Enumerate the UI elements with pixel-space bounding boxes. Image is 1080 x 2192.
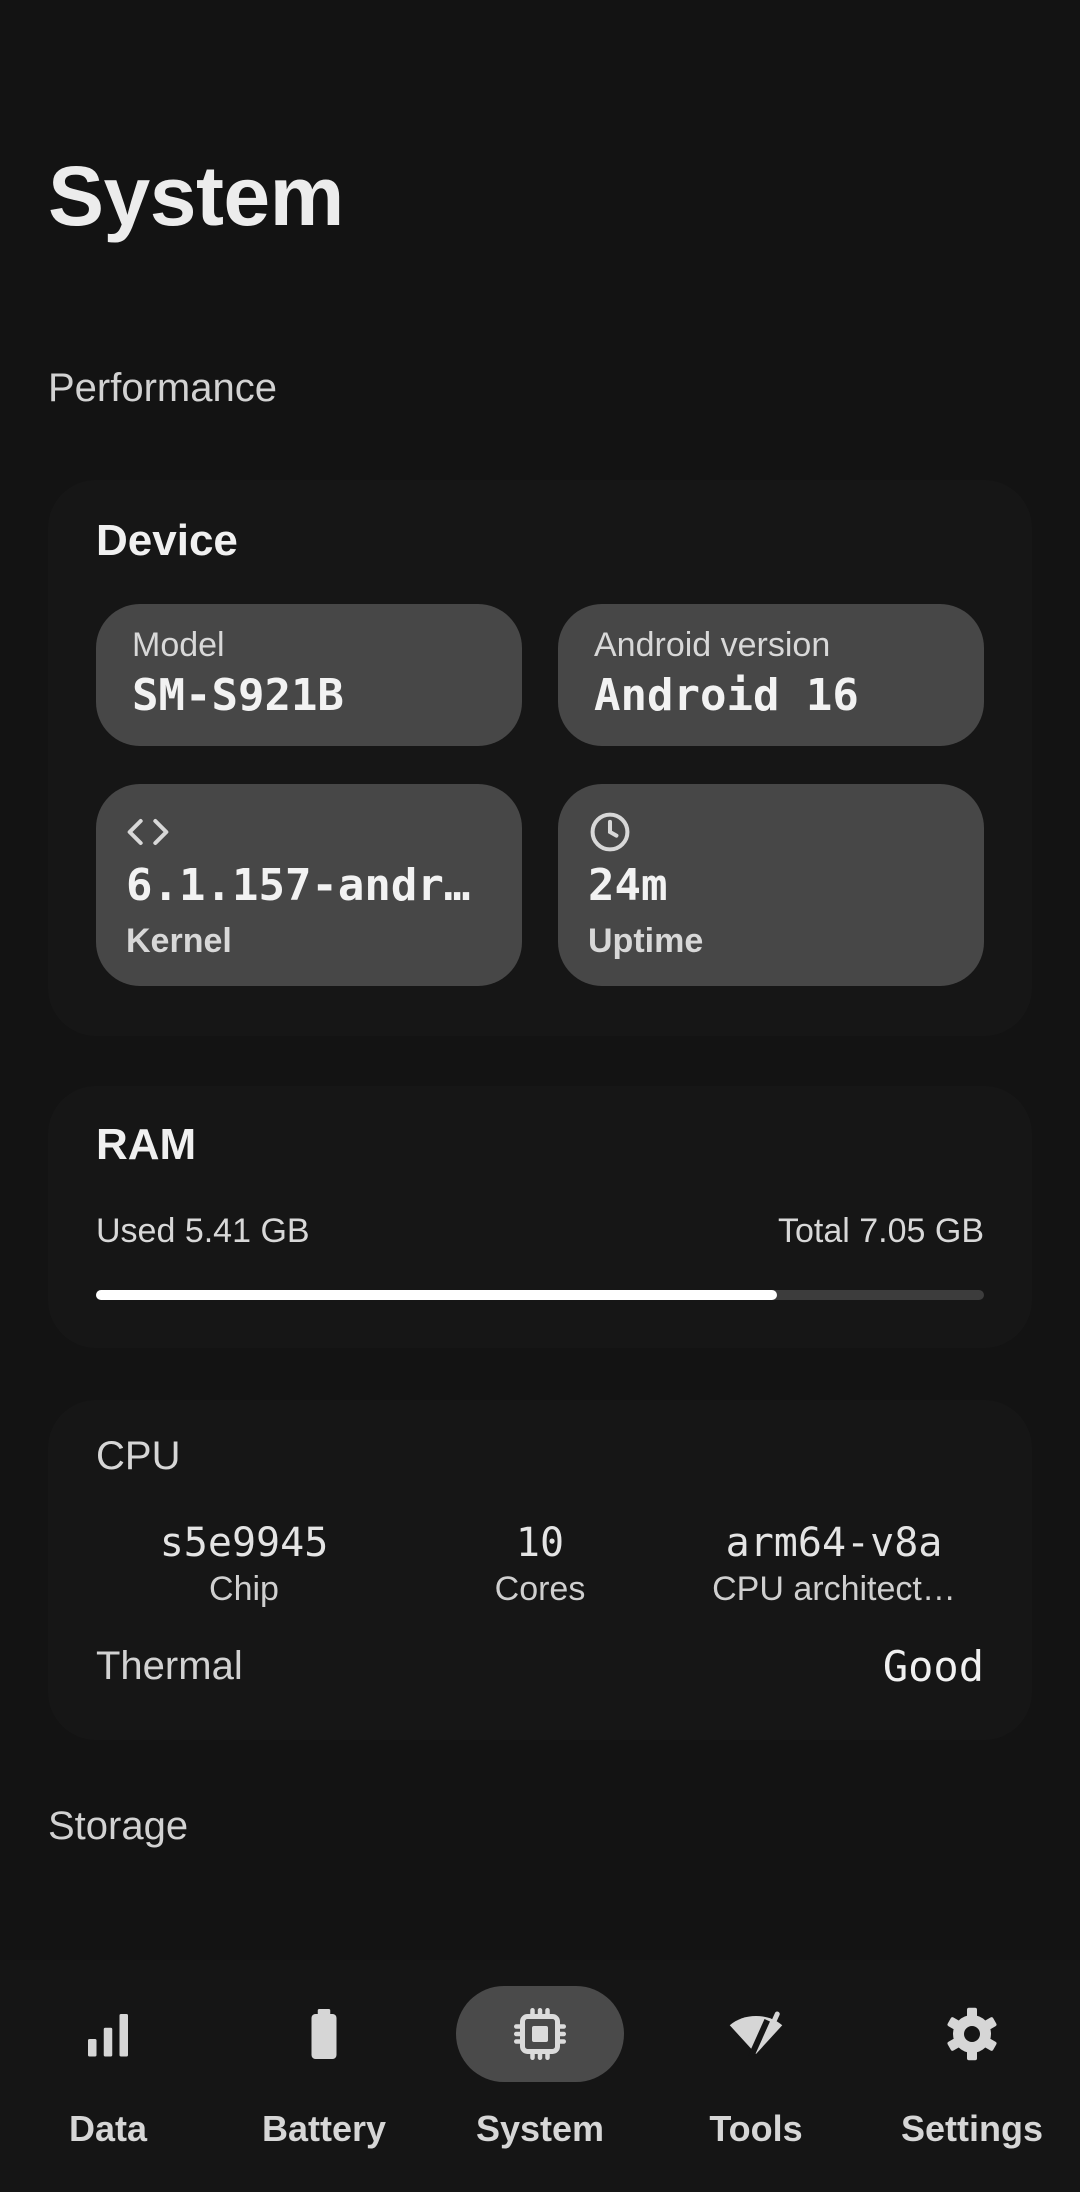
model-tile[interactable]: Model SM-S921B bbox=[96, 604, 522, 746]
ram-progress-fill bbox=[96, 1290, 778, 1300]
nav-label-tools: Tools bbox=[709, 2108, 803, 2149]
nav-item-system[interactable]: System bbox=[432, 1986, 648, 2176]
ram-used-text: Used 5.41 GB bbox=[96, 1212, 310, 1250]
device-card: Device Model SM-S921B Android version An… bbox=[48, 480, 1032, 1036]
wifi-tools-icon bbox=[729, 2011, 783, 2058]
code-icon bbox=[127, 818, 169, 846]
section-storage-label: Storage bbox=[48, 1804, 189, 1848]
cpu-chip: s5e9945 Chip bbox=[94, 1518, 394, 1610]
nav-label-settings: Settings bbox=[900, 2108, 1043, 2149]
cpu-arch-value: arm64-v8a bbox=[725, 1520, 943, 1566]
nav-item-tools[interactable]: Tools bbox=[648, 1986, 864, 2176]
nav-label-data: Data bbox=[68, 2108, 148, 2149]
cpu-cores-label: Cores bbox=[494, 1570, 586, 1608]
cpu-arch-label: CPU architect… bbox=[712, 1570, 956, 1608]
kernel-value: 6.1.157-andr… bbox=[126, 860, 471, 911]
battery-icon bbox=[311, 2009, 337, 2059]
nav-item-data[interactable]: Data bbox=[0, 1986, 216, 2176]
uptime-value: 24m bbox=[588, 860, 668, 911]
ram-progress-bar bbox=[96, 1290, 984, 1300]
kernel-label: Kernel bbox=[126, 922, 232, 960]
gear-icon bbox=[947, 2007, 997, 2061]
model-label: Model bbox=[132, 626, 225, 664]
android-version-value: Android 16 bbox=[594, 670, 859, 721]
uptime-label: Uptime bbox=[588, 922, 704, 960]
android-version-label: Android version bbox=[594, 626, 831, 664]
bar-chart-icon bbox=[88, 2014, 128, 2057]
ram-card-title: RAM bbox=[96, 1120, 197, 1169]
clock-icon bbox=[590, 812, 630, 852]
section-performance-label: Performance bbox=[48, 366, 277, 410]
thermal-label: Thermal bbox=[96, 1644, 243, 1688]
nav-item-battery[interactable]: Battery bbox=[216, 1986, 432, 2176]
nav-label-battery: Battery bbox=[261, 2108, 387, 2149]
device-card-title: Device bbox=[96, 516, 238, 565]
cpu-cores: 10 Cores bbox=[390, 1518, 690, 1610]
nav-label-system: System bbox=[475, 2108, 605, 2149]
model-value: SM-S921B bbox=[132, 670, 344, 721]
page-title: System bbox=[48, 149, 344, 243]
ram-total-text: Total 7.05 GB bbox=[777, 1212, 984, 1250]
android-version-tile[interactable]: Android version Android 16 bbox=[558, 604, 984, 746]
nav-item-settings[interactable]: Settings bbox=[864, 1986, 1080, 2176]
cpu-arch: arm64-v8a CPU architect… bbox=[684, 1518, 984, 1610]
ram-card: RAM Used 5.41 GB Total 7.05 GB bbox=[48, 1086, 1032, 1348]
kernel-tile[interactable]: 6.1.157-andr… Kernel bbox=[96, 784, 522, 986]
chip-icon bbox=[514, 2008, 566, 2060]
cpu-chip-label: Chip bbox=[209, 1570, 279, 1608]
cpu-card: CPU s5e9945 Chip 10 Cores arm64-v8a CPU … bbox=[48, 1400, 1032, 1740]
cpu-cores-value: 10 bbox=[515, 1520, 565, 1566]
bottom-navigation: Data Battery System Tools Settings bbox=[0, 1960, 1080, 2192]
uptime-tile[interactable]: 24m Uptime bbox=[558, 784, 984, 986]
cpu-chip-value: s5e9945 bbox=[159, 1520, 329, 1566]
cpu-card-title: CPU bbox=[96, 1434, 181, 1478]
thermal-value: Good bbox=[882, 1642, 984, 1691]
